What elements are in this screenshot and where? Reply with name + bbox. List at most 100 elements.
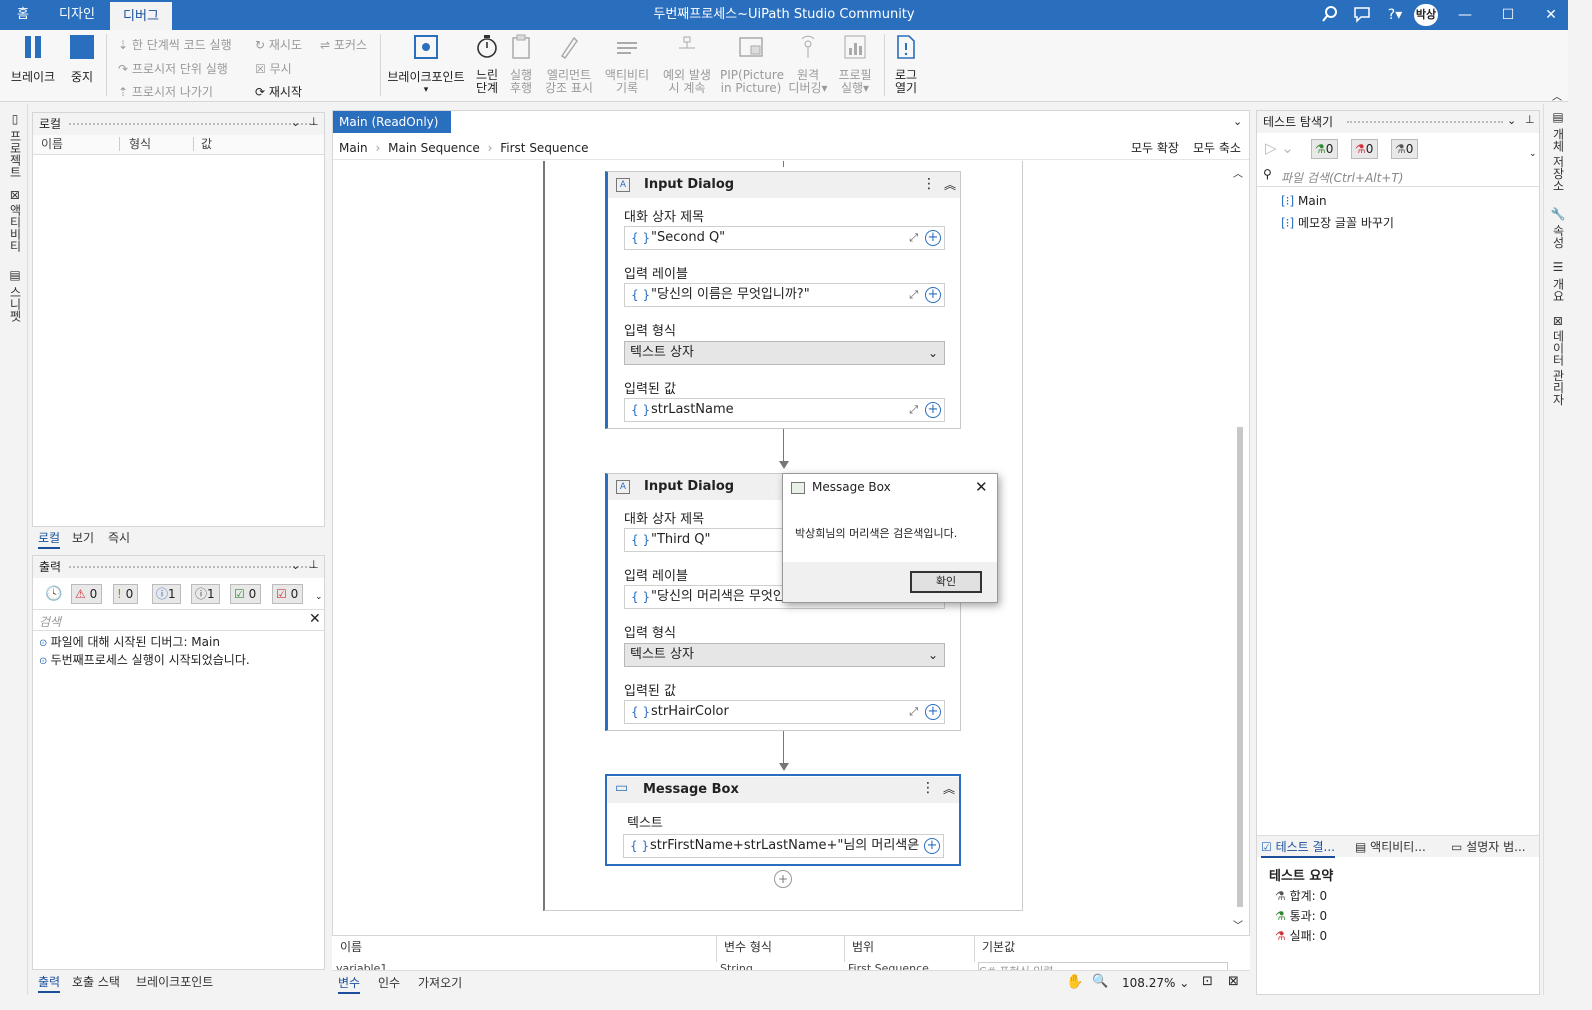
feedback-icon[interactable] xyxy=(1352,5,1372,25)
result-field[interactable]: { } strHairColor ⤢ + xyxy=(624,700,945,724)
zoom-level[interactable]: 108.27% ⌄ xyxy=(1122,976,1189,990)
side-tab-properties[interactable]: 🔧 속성 xyxy=(1547,206,1567,248)
retry-button[interactable]: ↻ 재시도 xyxy=(255,37,302,53)
success-count-toggle[interactable]: ☑ 0 xyxy=(230,584,262,604)
passed-filter[interactable]: ⚗0 xyxy=(1311,139,1339,159)
add-icon[interactable]: + xyxy=(925,287,941,303)
add-activity-icon[interactable]: + xyxy=(774,870,792,888)
collapse-activity-icon[interactable]: ︽ xyxy=(943,780,955,797)
stop-button[interactable]: 중지 xyxy=(64,34,100,84)
warning-count-toggle[interactable]: ! 0 xyxy=(113,584,139,604)
remote-debugging-button[interactable]: 원격 디버깅▾ xyxy=(786,34,830,95)
failure-count-toggle[interactable]: ☑ 0 xyxy=(272,584,304,604)
tab-immediate[interactable]: 즉시 xyxy=(108,529,130,547)
step-over-button[interactable]: ↷ 프로시저 단위 실행 xyxy=(118,61,228,77)
expand-editor-icon[interactable]: ⤢ xyxy=(909,701,918,723)
focus-button[interactable]: ⇌ 포커스 xyxy=(320,37,367,53)
maximize-icon[interactable]: ☐ xyxy=(1498,5,1518,25)
expand-all-button[interactable]: 모두 확장 xyxy=(1131,136,1179,160)
vertical-scrollbar[interactable] xyxy=(1237,427,1243,907)
tab-test-results[interactable]: ☑ 테스트 결... xyxy=(1261,838,1335,858)
add-icon[interactable]: + xyxy=(925,402,941,418)
continue-on-exception-button[interactable]: 예외 발생 시 계속 xyxy=(658,34,716,95)
message-text-field[interactable]: { } strFirstName+strLastName+"님의 머리색은 ⤢ + xyxy=(623,834,944,858)
crumb-main-sequence[interactable]: Main Sequence xyxy=(388,141,480,155)
highlight-elements-button[interactable]: 엘리먼트 강조 표시 xyxy=(540,34,598,95)
failed-filter[interactable]: ⚗0 xyxy=(1351,139,1379,159)
locals-col-value[interactable]: 값 xyxy=(201,135,212,153)
more-filters-icon[interactable]: ⌄ xyxy=(315,592,323,602)
clear-search-icon[interactable]: ✕ xyxy=(309,611,321,627)
crumb-first-sequence[interactable]: First Sequence xyxy=(500,141,588,155)
more-options-icon[interactable]: ⋮ xyxy=(922,176,936,192)
output-dropdown-icon[interactable]: ⌄ xyxy=(291,559,300,572)
output-search[interactable]: 검색 ✕ xyxy=(33,609,324,631)
more-options-icon[interactable]: ⌄ xyxy=(1529,149,1537,159)
break-button[interactable]: 브레이크 xyxy=(8,34,58,84)
side-tab-outline[interactable]: ☰ 개요 xyxy=(1547,260,1567,302)
minimize-icon[interactable]: — xyxy=(1455,5,1475,25)
tab-descriptor-coverage[interactable]: ▭ 설명자 범... xyxy=(1451,838,1526,856)
test-explorer-dropdown-icon[interactable]: ⌄ xyxy=(1507,114,1516,127)
result-field[interactable]: { } strLastName ⤢ + xyxy=(624,398,945,422)
dialog-title-field[interactable]: { } "Second Q" ⤢ + xyxy=(624,226,945,250)
tab-design[interactable]: 디자인 xyxy=(48,0,106,30)
side-tab-snippets[interactable]: ▤ 스니펫 xyxy=(4,268,24,322)
side-tab-activities[interactable]: ⊠ 액티비티 xyxy=(4,190,24,252)
tab-activity-coverage[interactable]: ▤ 액티비티... xyxy=(1355,838,1426,856)
collapse-activity-icon[interactable]: ︽ xyxy=(944,176,956,193)
tab-home[interactable]: 홈 xyxy=(6,0,40,30)
test-item-notepad[interactable]: [⁝] 메모장 글꼴 바꾸기 xyxy=(1281,213,1394,233)
not-run-filter[interactable]: ⚗0 xyxy=(1391,139,1419,159)
add-icon[interactable]: + xyxy=(925,230,941,246)
test-item-main[interactable]: [⁝] Main xyxy=(1281,191,1327,211)
avatar[interactable]: 박상 xyxy=(1414,4,1438,26)
collapse-ribbon-icon[interactable]: ︿ xyxy=(1552,88,1562,103)
overview-icon[interactable]: ⊠ xyxy=(1228,974,1239,989)
input-label-field[interactable]: { } "당신의 이름은 무엇입니까?" ⤢ + xyxy=(624,283,945,307)
tab-breakpoints[interactable]: 브레이크포인트 xyxy=(136,973,213,991)
variable-row[interactable]: variable1 String First Sequence C# 표현식 입… xyxy=(332,960,1250,970)
more-options-icon[interactable]: ⋮ xyxy=(921,780,935,796)
info-count-toggle[interactable]: ⓘ1 xyxy=(152,584,181,604)
add-icon[interactable]: + xyxy=(924,838,940,854)
var-col-scope[interactable]: 범위 xyxy=(852,938,874,956)
help-icon[interactable]: ?▾ xyxy=(1382,5,1408,25)
expand-editor-icon[interactable]: ⤢ xyxy=(908,835,917,857)
message-box-activity[interactable]: Message Box ▭ ⋮ ︽ 텍스트 { } strFirstName+st… xyxy=(605,774,961,866)
scroll-up-icon[interactable]: ︿ xyxy=(1233,165,1243,180)
ok-button[interactable]: 확인 xyxy=(910,571,982,593)
tab-output[interactable]: 출력 xyxy=(38,973,61,993)
tab-imports[interactable]: 가져오기 xyxy=(418,974,462,992)
locals-col-name[interactable]: 이름 xyxy=(41,135,63,153)
locals-col-type[interactable]: 형식 xyxy=(129,135,151,153)
doc-tabs-dropdown-icon[interactable]: ⌄ xyxy=(1233,115,1242,128)
scroll-down-icon[interactable]: ﹀ xyxy=(1233,917,1243,932)
ignore-button[interactable]: ☒ 무시 xyxy=(255,61,292,77)
var-col-default[interactable]: 기본값 xyxy=(982,938,1015,956)
var-col-type[interactable]: 변수 형식 xyxy=(724,938,772,956)
tab-call-stack[interactable]: 호출 스택 xyxy=(72,973,120,991)
clock-icon[interactable]: 🕓 xyxy=(45,586,62,602)
open-logs-button[interactable]: 로그 열기 xyxy=(890,34,922,95)
var-col-name[interactable]: 이름 xyxy=(340,938,362,956)
step-into-button[interactable]: ⇣ 한 단계씩 코드 실행 xyxy=(118,37,232,53)
restart-button[interactable]: ⟳ 재시작 xyxy=(255,84,302,100)
input-type-select[interactable]: 텍스트 상자 ⌄ xyxy=(624,341,945,365)
add-icon[interactable]: + xyxy=(925,704,941,720)
tab-variables[interactable]: 변수 xyxy=(338,974,361,994)
input-type-select[interactable]: 텍스트 상자 ⌄ xyxy=(624,643,945,667)
tab-locals[interactable]: 로컬 xyxy=(38,529,61,549)
output-pin-icon[interactable]: ⊥ xyxy=(309,558,319,571)
tab-debug[interactable]: 디버그 xyxy=(110,0,172,30)
fit-to-screen-icon[interactable]: ⊡ xyxy=(1202,974,1213,989)
error-count-toggle[interactable]: ⚠ 0 xyxy=(71,584,103,604)
side-tab-data-manager[interactable]: ⊠ 데이터 관리자 xyxy=(1547,316,1567,406)
locals-pin-icon[interactable]: ⊥ xyxy=(309,115,319,128)
execution-trail-button[interactable]: 실행 후행 xyxy=(506,34,536,95)
test-explorer-pin-icon[interactable]: ⊥ xyxy=(1525,113,1535,126)
step-out-button[interactable]: ⇡ 프로시저 나가기 xyxy=(118,84,213,100)
file-search[interactable]: ⚲ 파일 검색(Ctrl+Alt+T) xyxy=(1257,165,1539,187)
trace-count-toggle[interactable]: ⓘ1 xyxy=(191,584,220,604)
activity-log-button[interactable]: 액티비티 기록 xyxy=(600,34,654,95)
